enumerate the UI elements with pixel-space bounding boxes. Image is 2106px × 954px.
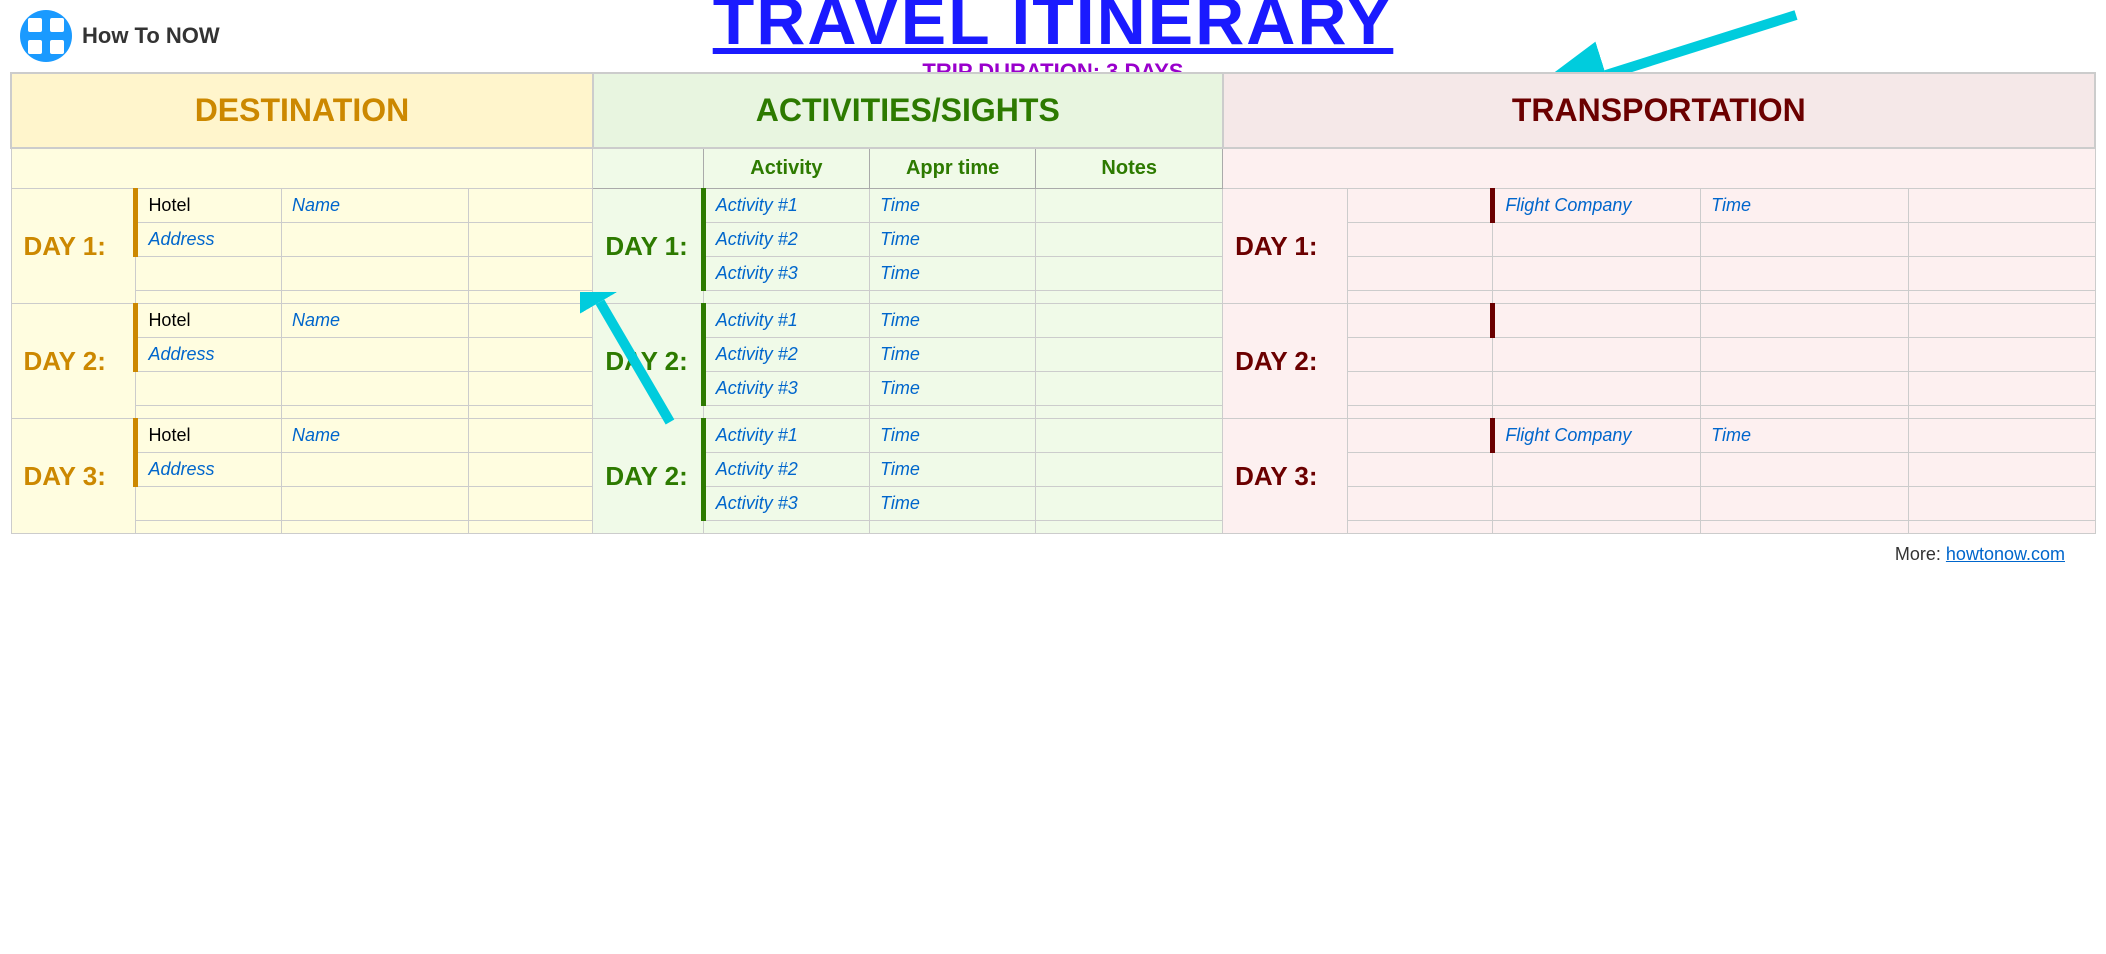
day1-row3: Activity #3 Time	[11, 257, 2095, 291]
day1-address-label: Address	[136, 223, 282, 257]
day3-act3-name: Activity #3	[703, 487, 869, 521]
day2-row4	[11, 406, 2095, 419]
day3-act3-time: Time	[870, 487, 1036, 521]
day2-row3: Activity #3 Time	[11, 372, 2095, 406]
day1-row4	[11, 291, 2095, 304]
sub-headers-row: Activity Appr time Notes	[11, 148, 2095, 189]
day3-act1-name: Activity #1	[703, 419, 869, 453]
day1-act1-name: Activity #1	[703, 189, 869, 223]
section-headers-row: DESTINATION ACTIVITIES/SIGHTS TRANSPORTA…	[11, 73, 2095, 148]
trans-day3-label: DAY 3:	[1223, 419, 1348, 534]
day2-act2-time: Time	[870, 338, 1036, 372]
day3-address-label: Address	[136, 453, 282, 487]
day3-hotel-name: Name	[282, 419, 469, 453]
day2-act1-time: Time	[870, 304, 1036, 338]
day1-act3-name: Activity #3	[703, 257, 869, 291]
day1-flight-company: Flight Company	[1493, 189, 1701, 223]
activities-header: ACTIVITIES/SIGHTS	[593, 73, 1223, 148]
day1-row2: Address Activity #2 Time	[11, 223, 2095, 257]
day2-hotel-label: Hotel	[136, 304, 282, 338]
day3-row2: Address Activity #2 Time	[11, 453, 2095, 487]
day1-flight-time: Time	[1701, 189, 1909, 223]
header: How To NOW TRAVEL ITINERARY TRIP DURATIO…	[0, 0, 2106, 72]
day3-act1-time: Time	[870, 419, 1036, 453]
day3-flight-time: Time	[1701, 419, 1909, 453]
day3-act2-time: Time	[870, 453, 1036, 487]
day2-row2: Address Activity #2 Time	[11, 338, 2095, 372]
day2-label: DAY 2:	[11, 304, 136, 419]
itinerary-table: DESTINATION ACTIVITIES/SIGHTS TRANSPORTA…	[10, 72, 2096, 575]
day2-act3-name: Activity #3	[703, 372, 869, 406]
day1-act2-time: Time	[870, 223, 1036, 257]
day3-row4	[11, 521, 2095, 534]
footer-row: More: howtonow.com	[11, 534, 2095, 576]
trans-day2-label: DAY 2:	[1223, 304, 1348, 419]
day2-act3-time: Time	[870, 372, 1036, 406]
notes-subheader: Notes	[1036, 148, 1223, 189]
main-title: TRAVEL ITINERARY	[713, 0, 1394, 55]
act-day1-label: DAY 1:	[593, 189, 703, 304]
day3-hotel-label: Hotel	[136, 419, 282, 453]
day2-hotel-name: Name	[282, 304, 469, 338]
trans-day1-label: DAY 1:	[1223, 189, 1348, 304]
day3-row1: DAY 3: Hotel Name DAY 2: Activity #1 Tim…	[11, 419, 2095, 453]
transportation-header: TRANSPORTATION	[1223, 73, 2095, 148]
day3-label: DAY 3:	[11, 419, 136, 534]
day3-act2-name: Activity #2	[703, 453, 869, 487]
act-day2-label: DAY 2:	[593, 304, 703, 419]
day1-row1: DAY 1: Hotel Name DAY 1: Activity #1 Tim…	[11, 189, 2095, 223]
day2-row1: DAY 2: Hotel Name DAY 2: Activity #1 Tim…	[11, 304, 2095, 338]
day3-row3: Activity #3 Time	[11, 487, 2095, 521]
logo-text: How To NOW	[82, 23, 220, 49]
activity-subheader: Activity	[703, 148, 869, 189]
day1-label: DAY 1:	[11, 189, 136, 304]
main-content: DESTINATION ACTIVITIES/SIGHTS TRANSPORTA…	[0, 72, 2106, 585]
footer-more-label: More:	[1895, 544, 1941, 564]
footer-link[interactable]: howtonow.com	[1946, 544, 2065, 564]
day2-address-label: Address	[136, 338, 282, 372]
logo-icon	[20, 10, 72, 62]
logo-area: How To NOW	[20, 10, 220, 62]
day3-flight-company: Flight Company	[1493, 419, 1701, 453]
act-day3-label: DAY 2:	[593, 419, 703, 534]
destination-header: DESTINATION	[11, 73, 593, 148]
day1-hotel-name: Name	[282, 189, 469, 223]
day1-hotel-label: Hotel	[136, 189, 282, 223]
day2-act1-name: Activity #1	[703, 304, 869, 338]
day1-act3-time: Time	[870, 257, 1036, 291]
day1-act1-time: Time	[870, 189, 1036, 223]
day2-act2-name: Activity #2	[703, 338, 869, 372]
day1-act2-name: Activity #2	[703, 223, 869, 257]
appr-time-subheader: Appr time	[870, 148, 1036, 189]
